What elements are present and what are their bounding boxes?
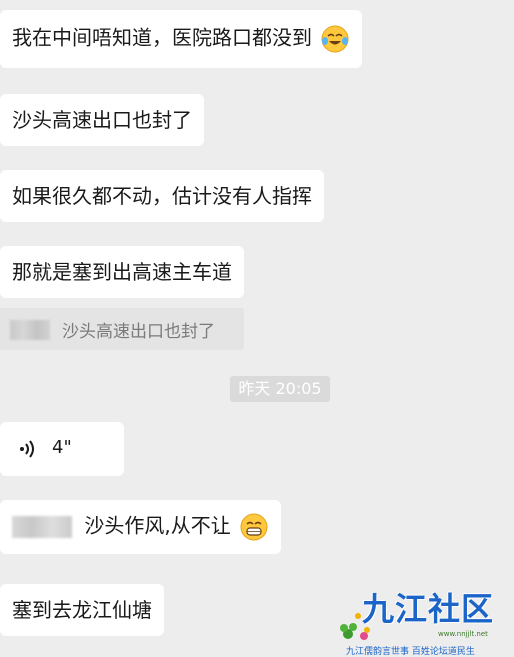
message-bubble[interactable]: 沙头作风,从不让 [0, 500, 282, 554]
voice-duration: 4" [52, 437, 72, 458]
message-bubble[interactable]: 那就是塞到出高速主车道 [0, 246, 244, 298]
timestamp: 昨天 20:05 [230, 376, 330, 402]
message-bubble[interactable]: 沙头高速出口也封了 [0, 94, 204, 146]
blurred-sender-name [10, 320, 50, 340]
watermark-slogan: 九江儒韵言世事 百姓论坛道民生 [346, 647, 475, 657]
message-text: 沙头高速出口也封了 [12, 108, 192, 132]
message-bubble[interactable]: 塞到去龙江仙塘 [0, 584, 164, 636]
watermark-url: www.nnjjlt.net [438, 630, 488, 638]
watermark-title: 九江社区 [362, 590, 495, 628]
voice-message-bubble[interactable]: 4" [0, 422, 124, 476]
message-text: 塞到去龙江仙塘 [12, 598, 152, 622]
voice-wave-icon [20, 440, 34, 458]
message-text: 沙头作风,从不让 [84, 513, 231, 538]
watermark-logo: 九江社区 www.nnjjlt.net 九江儒韵言世事 百姓论坛道民生 [338, 584, 508, 657]
blurred-mention [12, 516, 72, 538]
quoted-reply[interactable]: 沙头高速出口也封了 [0, 308, 244, 350]
message-text: 那就是塞到出高速主车道 [12, 260, 232, 284]
message-text: 如果很久都不动，估计没有人指挥 [12, 184, 312, 208]
face-with-tears-icon [321, 25, 349, 53]
grinning-face-icon [240, 513, 268, 541]
message-bubble[interactable]: 我在中间唔知道，医院路口都没到 [0, 10, 363, 68]
message-bubble[interactable]: 如果很久都不动，估计没有人指挥 [0, 170, 324, 222]
message-text: 我在中间唔知道，医院路口都没到 [12, 25, 312, 50]
quoted-text: 沙头高速出口也封了 [62, 322, 215, 342]
